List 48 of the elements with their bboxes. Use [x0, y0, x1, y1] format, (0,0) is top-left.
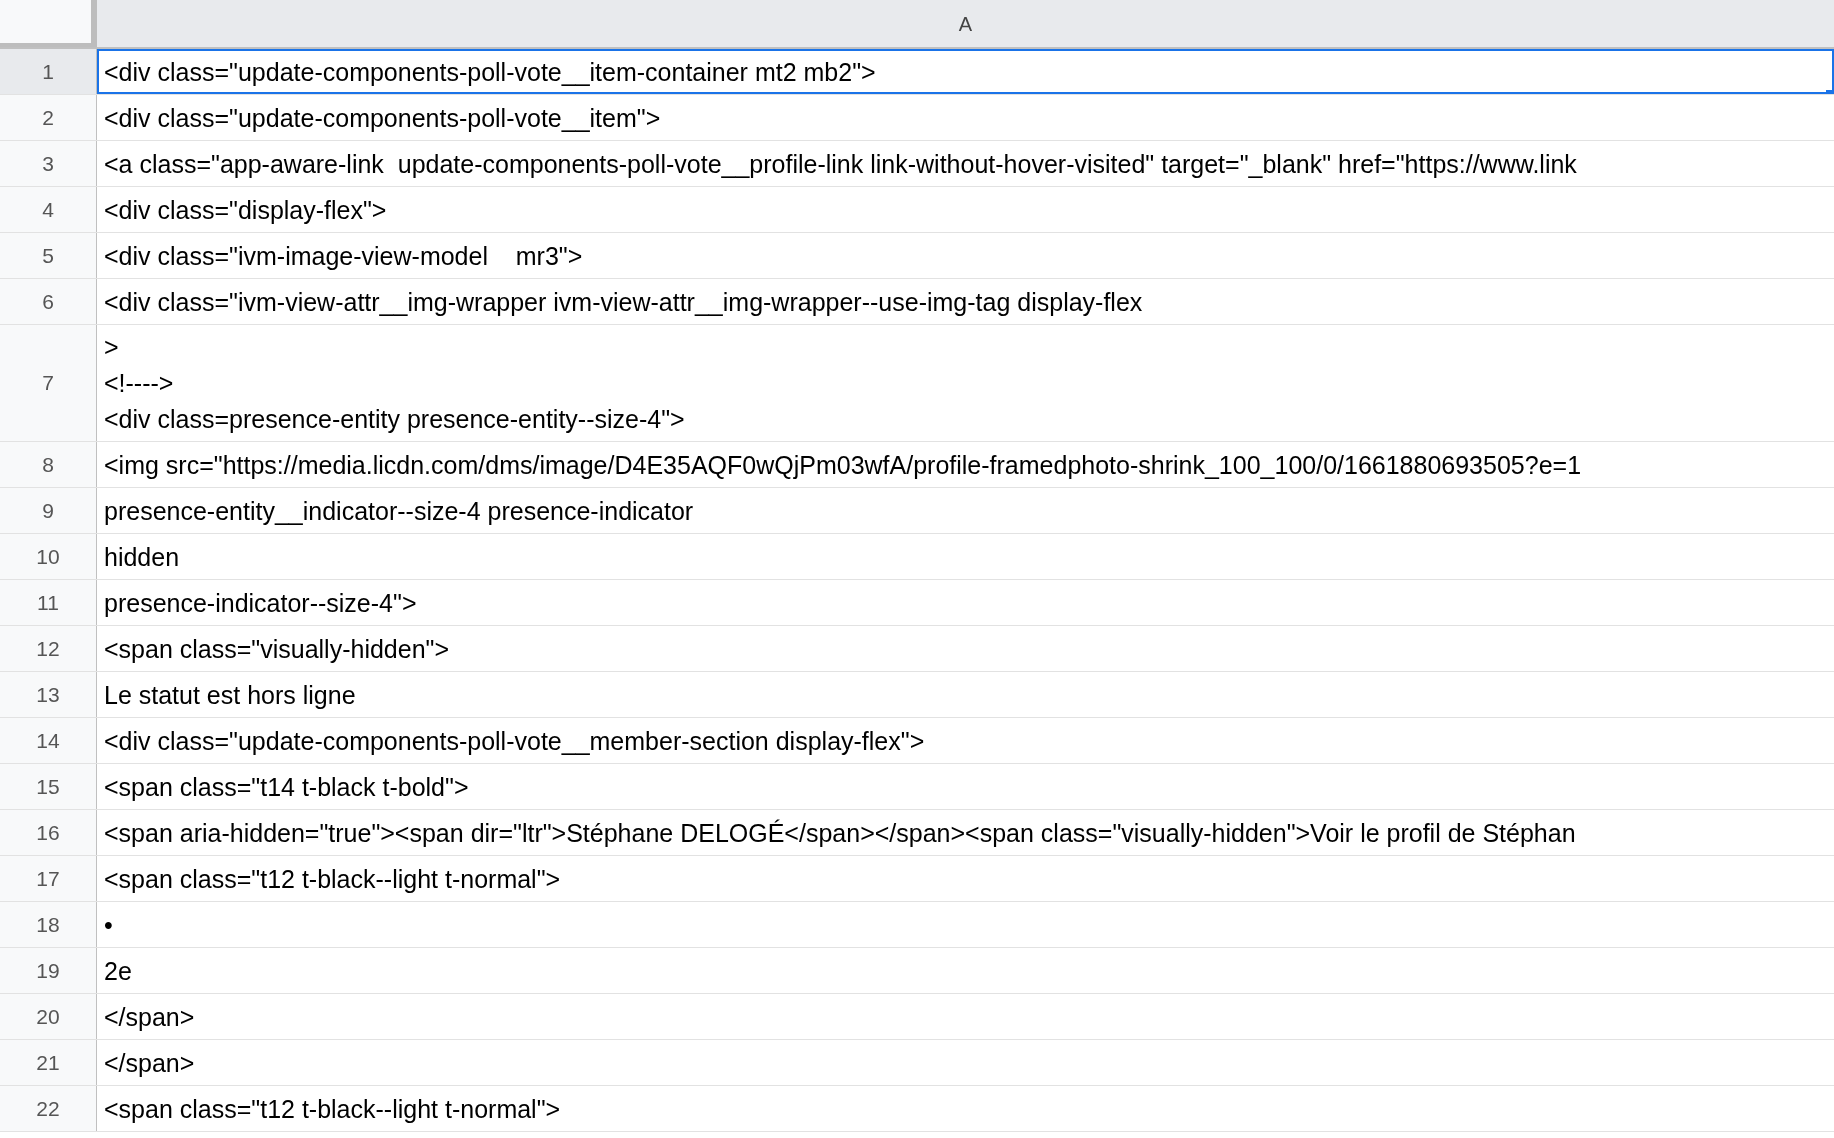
cell-text: <div class="ivm-image-view-model mr3"> [104, 240, 584, 272]
row-header[interactable]: 12 [0, 626, 97, 671]
cell-text: <div class="update-components-poll-vote__member-section display-flex"> [104, 725, 926, 757]
row-header[interactable]: 7 [0, 325, 97, 441]
row-header[interactable]: 18 [0, 902, 97, 947]
cell-text: <div class="ivm-view-attr__img-wrapper ivm-view-attr__img-wrapper--use-img-tag display-flex [104, 286, 1144, 318]
row-header[interactable]: 10 [0, 534, 97, 579]
cell-text: Le statut est hors ligne [104, 679, 357, 711]
row-header[interactable]: 19 [0, 948, 97, 993]
row-header[interactable]: 14 [0, 718, 97, 763]
cell-text: <span aria-hidden="true"><span dir="ltr">Stéphane DELOGÉ</span></span><span class="visually-hidden">Voir le profil de Stéphan [104, 817, 1577, 849]
cell-text: hidden [104, 541, 181, 573]
row-header[interactable]: 1 [0, 49, 97, 94]
row-header[interactable]: 20 [0, 994, 97, 1039]
cell-text: <!----> [104, 368, 175, 399]
cell-text: • [104, 909, 114, 941]
row-header[interactable]: 9 [0, 488, 97, 533]
cell-text: <span class="t14 t-black t-bold"> [104, 771, 470, 803]
cell-text: <img src="https://media.licdn.com/dms/image/D4E35AQF0wQjPm03wfA/profile-framedphoto-shrink_100_100/0/1661880693505?e=1 [104, 449, 1583, 481]
select-all-corner[interactable] [0, 0, 97, 47]
row-header[interactable]: 8 [0, 442, 97, 487]
row-header[interactable]: 11 [0, 580, 97, 625]
row-header[interactable]: 3 [0, 141, 97, 186]
row-header[interactable]: 16 [0, 810, 97, 855]
cell-text: </span> [104, 1001, 196, 1033]
row-header[interactable]: 2 [0, 95, 97, 140]
row-header[interactable]: 15 [0, 764, 97, 809]
cell-text: <span class="t12 t-black--light t-normal"> [104, 1093, 562, 1125]
cell-text: presence-indicator--size-4"> [104, 587, 418, 619]
row-header[interactable]: 22 [0, 1086, 97, 1131]
cell-text: <div class=presence-entity presence-entity--size-4"> [104, 404, 686, 435]
cell-text: presence-entity__indicator--size-4 presence-indicator [104, 495, 695, 527]
cell-text: > [104, 332, 120, 363]
cell-text: <span class="t12 t-black--light t-normal"> [104, 863, 562, 895]
cell-text: <a class="app-aware-link update-components-poll-vote__profile-link link-without-hover-visited" target="_blank" href="https://www.link [104, 148, 1578, 180]
cell-text: 2e [104, 955, 133, 987]
cell-text: <span class="visually-hidden"> [104, 633, 451, 665]
cell-text: </span> [104, 1047, 196, 1079]
column-header[interactable]: A [97, 0, 1834, 47]
cell-text: <div class="update-components-poll-vote__item-container mt2 mb2"> [104, 56, 877, 88]
row-header[interactable]: 6 [0, 279, 97, 324]
row-header[interactable]: 17 [0, 856, 97, 901]
row-header[interactable]: 4 [0, 187, 97, 232]
cell-text: <div class="update-components-poll-vote__item"> [104, 102, 662, 134]
row-header[interactable]: 21 [0, 1040, 97, 1085]
row-header[interactable]: 13 [0, 672, 97, 717]
cell-text: <div class="display-flex"> [104, 194, 388, 226]
row-header[interactable]: 5 [0, 233, 97, 278]
